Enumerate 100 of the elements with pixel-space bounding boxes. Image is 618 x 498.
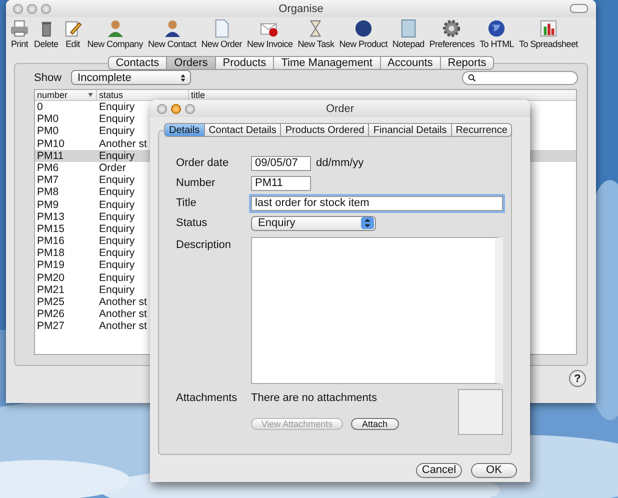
table-cell-text: PM18 bbox=[36, 247, 66, 260]
show-label: Show bbox=[34, 72, 62, 84]
table-cell-text: Enquiry bbox=[98, 222, 135, 236]
tab[interactable]: Products bbox=[216, 56, 274, 70]
attachments-status: There are no attachments bbox=[251, 392, 377, 404]
table-cell-text: PM13 bbox=[36, 210, 66, 223]
minimize-button[interactable] bbox=[171, 104, 181, 114]
tab[interactable]: Contact Details bbox=[204, 123, 282, 137]
attachment-button[interactable]: Attach bbox=[351, 418, 399, 430]
updown-arrows-icon bbox=[361, 217, 374, 229]
toolbar-button[interactable]: New Task bbox=[298, 19, 334, 50]
close-button[interactable] bbox=[13, 4, 23, 14]
table-cell-text: PM11 bbox=[36, 150, 65, 162]
ball-icon bbox=[354, 19, 373, 38]
text-field[interactable]: PM11 bbox=[251, 176, 311, 190]
window-title: Order bbox=[326, 102, 354, 114]
table-cell-text: Enquiry bbox=[98, 259, 135, 272]
table-cell-text: Enquiry bbox=[98, 247, 135, 260]
show-dropdown[interactable]: Incomplete bbox=[70, 70, 191, 85]
column-header[interactable]: number bbox=[35, 90, 97, 100]
search-icon bbox=[468, 74, 476, 82]
text-field[interactable]: last order for stock item bbox=[251, 196, 503, 210]
notepad-icon bbox=[398, 19, 418, 38]
toolbar-button[interactable]: To Spreadsheet bbox=[519, 19, 578, 50]
table-cell-text: PM19 bbox=[36, 259, 66, 272]
updown-arrows-icon bbox=[180, 72, 186, 82]
field-label: Description bbox=[176, 238, 232, 251]
table-cell-text: Enquiry bbox=[98, 150, 135, 162]
toolbar-button[interactable]: Edit bbox=[63, 19, 82, 50]
toolbar-toggle-button[interactable] bbox=[570, 4, 588, 13]
close-button[interactable] bbox=[157, 104, 167, 114]
table-cell-text: 0 bbox=[36, 101, 44, 114]
table-cell-text: PM26 bbox=[36, 308, 66, 320]
table-cell-text: PM7 bbox=[36, 174, 60, 186]
table-cell-text: Enquiry bbox=[98, 186, 135, 198]
status-dropdown[interactable]: Enquiry bbox=[251, 216, 376, 230]
table-cell-text: PM15 bbox=[36, 222, 66, 236]
table-cell-text: Another st bbox=[98, 308, 147, 320]
sort-arrow-icon bbox=[88, 93, 93, 97]
minimize-button[interactable] bbox=[27, 4, 37, 14]
table-cell-text: PM20 bbox=[36, 272, 66, 284]
table-cell-text: PM0 bbox=[36, 125, 60, 138]
table-cell-text: Another st bbox=[98, 320, 147, 333]
tab[interactable]: Contacts bbox=[108, 56, 168, 70]
table-cell-text: Enquiry bbox=[98, 125, 135, 138]
tab[interactable]: Financial Details bbox=[369, 123, 452, 137]
column-header[interactable]: title bbox=[189, 90, 576, 100]
toolbar-button[interactable]: Delete bbox=[34, 19, 58, 50]
tab[interactable]: Recurrence bbox=[452, 123, 512, 137]
dialog-button[interactable]: Cancel bbox=[416, 463, 462, 478]
table-cell-text: Enquiry bbox=[98, 113, 135, 126]
dialog-button[interactable]: OK bbox=[471, 463, 517, 478]
toolbar-button[interactable]: New Order bbox=[201, 19, 242, 50]
zoom-button[interactable] bbox=[185, 104, 195, 114]
globe-icon bbox=[487, 19, 506, 38]
image-well[interactable] bbox=[458, 389, 503, 435]
text-field[interactable]: 09/05/07 bbox=[251, 156, 311, 170]
toolbar-button[interactable]: Preferences bbox=[429, 19, 475, 50]
field-label: Status bbox=[176, 217, 208, 229]
table-cell-text: PM25 bbox=[36, 296, 66, 308]
person-icon bbox=[106, 19, 125, 38]
toolbar-button[interactable]: Print bbox=[10, 19, 29, 50]
tab[interactable]: Time Management bbox=[274, 56, 380, 70]
table-cell-text: PM16 bbox=[36, 235, 66, 248]
printer-icon bbox=[10, 19, 29, 38]
bar-chart-icon bbox=[538, 19, 558, 38]
person-icon bbox=[162, 19, 182, 38]
table-cell-text: PM6 bbox=[36, 162, 60, 174]
table-cell-text: PM0 bbox=[36, 113, 60, 126]
toolbar-button[interactable]: To HTML bbox=[480, 19, 514, 50]
tab[interactable]: Orders bbox=[167, 56, 216, 70]
toolbar-button[interactable]: New Invoice bbox=[247, 19, 293, 50]
zoom-button[interactable] bbox=[41, 4, 51, 14]
table-cell-text: Enquiry bbox=[98, 210, 135, 223]
field-label: Title bbox=[176, 197, 198, 209]
tab[interactable]: Details bbox=[164, 123, 205, 137]
format-hint: dd/mm/yy bbox=[316, 157, 364, 169]
help-button[interactable]: ? bbox=[569, 370, 586, 387]
field-label: Attachments bbox=[176, 392, 238, 404]
window-title: Organise bbox=[278, 2, 324, 14]
table-cell-text: PM8 bbox=[36, 186, 60, 198]
table-cell-text: PM21 bbox=[36, 284, 66, 296]
field-label: Order date bbox=[176, 157, 230, 169]
table-cell-text: Enquiry bbox=[98, 198, 135, 211]
table-cell-text: Order bbox=[98, 162, 126, 174]
toolbar-button[interactable]: New Contact bbox=[148, 19, 196, 50]
toolbar-button[interactable]: New Product bbox=[339, 19, 388, 50]
table-cell-text: Another st bbox=[98, 296, 147, 308]
table-cell-text: Enquiry bbox=[98, 101, 135, 114]
table-cell-text: Enquiry bbox=[98, 235, 135, 248]
toolbar-button[interactable]: Notepad bbox=[392, 19, 424, 50]
search-field[interactable] bbox=[462, 70, 578, 84]
table-cell-text: PM9 bbox=[36, 198, 60, 211]
tab[interactable]: Accounts bbox=[380, 56, 441, 70]
toolbar-button[interactable]: New Company bbox=[87, 19, 143, 50]
table-cell-text: PM27 bbox=[36, 320, 66, 333]
table-cell-text: Enquiry bbox=[98, 174, 135, 186]
tab[interactable]: Reports bbox=[440, 56, 494, 70]
tab[interactable]: Products Ordered bbox=[281, 123, 370, 137]
table-cell-text: PM10 bbox=[36, 138, 66, 150]
